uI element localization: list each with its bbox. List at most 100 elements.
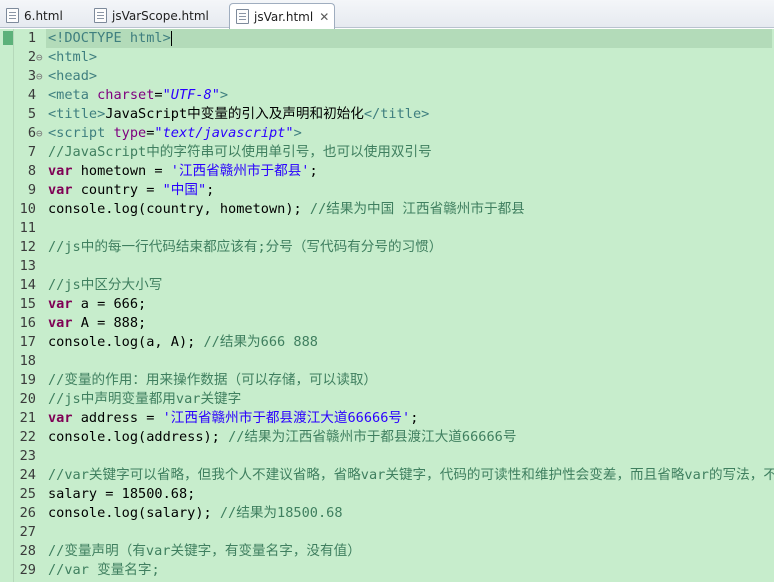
line-number: 28: [19, 543, 36, 559]
code-line[interactable]: //var 变量名字;: [48, 561, 160, 580]
code-token: var: [48, 296, 73, 312]
tab-6-html[interactable]: 6.html: [0, 3, 63, 28]
code-line[interactable]: var a = 666;: [48, 295, 146, 314]
code-token: //结果为江西省赣州市于都县渡江大道66666号: [228, 429, 517, 445]
code-token: var: [48, 163, 73, 179]
code-token: //var关键字可以省略，但我个人不建议省略，省略var关键字，代码的可读性和维…: [48, 467, 774, 483]
close-tab-icon[interactable]: ✕: [319, 11, 329, 23]
code-token: //js中声明变量都用var关键字: [48, 391, 242, 407]
line-number: 29: [19, 562, 36, 578]
code-token: type: [113, 125, 147, 141]
code-token: '江西省赣州市于都县': [170, 163, 310, 179]
code-line[interactable]: <!DOCTYPE html>: [46, 29, 772, 48]
code-token: var: [48, 182, 73, 198]
code-line[interactable]: //js中的每一行代码结束都应该有;分号（写代码有分号的习惯）: [48, 238, 442, 257]
code-token: //JavaScript中的字符串可以使用单引号，也可以使用双引号: [48, 144, 432, 160]
code-token: salary = 18500.68;: [48, 486, 196, 502]
line-number: 22: [19, 429, 36, 445]
code-token: //结果为中国 江西省赣州市于都县: [309, 201, 525, 217]
code-token: address =: [72, 410, 163, 426]
fold-toggle-icon[interactable]: ⊖: [36, 124, 46, 143]
code-line[interactable]: var hometown = '江西省赣州市于都县';: [48, 162, 318, 181]
code-token: </title>: [363, 106, 430, 122]
code-token: JavaScript中变量的引入及声明和初始化: [105, 106, 364, 122]
line-number: 25: [19, 486, 36, 502]
line-number: 13: [19, 258, 36, 274]
code-token: console.log(country, hometown);: [48, 201, 310, 217]
code-line[interactable]: var A = 888;: [48, 314, 146, 333]
html-file-icon: [94, 8, 107, 23]
code-token: var: [48, 315, 73, 331]
code-token: ;: [206, 182, 215, 198]
current-line-marker: [3, 31, 13, 45]
code-line[interactable]: console.log(a, A); //结果为666 888: [48, 333, 318, 352]
code-line[interactable]: //js中区分大小写: [48, 276, 162, 295]
code-line[interactable]: //var关键字可以省略，但我个人不建议省略，省略var关键字，代码的可读性和维…: [48, 466, 774, 485]
code-token: console.log(a, A);: [48, 334, 204, 350]
code-line[interactable]: //JavaScript中的字符串可以使用单引号，也可以使用双引号: [48, 143, 432, 162]
code-token: A = 888;: [72, 315, 147, 331]
code-line[interactable]: var country = "中国";: [48, 181, 214, 200]
line-number: 17: [19, 334, 36, 350]
code-token: "text/javascript": [154, 125, 294, 141]
line-number: 20: [19, 391, 36, 407]
code-token: //结果为18500.68: [219, 505, 343, 521]
code-token: <script: [48, 125, 114, 141]
code-editor[interactable]: 1 <!DOCTYPE html> 2 ⊖ <html> 3 ⊖ <head> 4 <meta c…: [0, 29, 774, 582]
code-token: hometown =: [72, 163, 171, 179]
line-number: 18: [19, 353, 36, 369]
overview-ruler: [0, 29, 14, 582]
line-number: 19: [19, 372, 36, 388]
code-token: //结果为666 888: [203, 334, 318, 350]
code-line[interactable]: //js中声明变量都用var关键字: [48, 390, 241, 409]
text-cursor: [170, 30, 172, 46]
code-line[interactable]: <title>JavaScript中变量的引入及声明和初始化</title>: [48, 105, 429, 124]
code-line[interactable]: <head>: [48, 67, 97, 86]
line-number: 24: [19, 467, 36, 483]
code-line[interactable]: <script type="text/javascript">: [48, 124, 302, 143]
code-token: ;: [309, 163, 318, 179]
code-line[interactable]: <meta charset="UTF-8">: [48, 86, 228, 105]
code-token: <head>: [48, 68, 98, 84]
code-line[interactable]: //变量的作用：用来操作数据（可以存储，可以读取）: [48, 371, 377, 390]
code-line[interactable]: var address = '江西省赣州市于都县渡江大道66666号';: [48, 409, 418, 428]
code-line[interactable]: //变量声明（有var关键字，有变量名字，没有值）: [48, 542, 361, 561]
editor-tab-bar: 6.html jsVarScope.html jsVar.html ✕: [0, 0, 774, 29]
line-number: 23: [19, 448, 36, 464]
line-number: 15: [19, 296, 36, 312]
line-number: 26: [19, 505, 36, 521]
code-line[interactable]: console.log(country, hometown); //结果为中国 …: [48, 200, 525, 219]
code-token: a = 666;: [72, 296, 147, 312]
line-number: 14: [19, 277, 36, 293]
code-token: console.log(salary);: [48, 505, 220, 521]
code-token: "UTF-8": [162, 87, 220, 103]
code-token: <html>: [48, 49, 98, 65]
code-token: //变量声明（有var关键字，有变量名字，没有值）: [48, 543, 361, 559]
code-token: charset: [97, 87, 155, 103]
code-token: ;: [410, 410, 419, 426]
fold-toggle-icon[interactable]: ⊖: [36, 67, 46, 86]
fold-toggle-icon[interactable]: ⊖: [36, 48, 46, 67]
code-token: >: [219, 87, 229, 103]
code-token: country =: [72, 182, 163, 198]
line-number: 4: [27, 87, 36, 103]
line-number: 9: [27, 182, 36, 198]
code-token: <title>: [48, 106, 106, 122]
line-number: 8: [27, 163, 36, 179]
line-number: 5: [27, 106, 36, 122]
code-line[interactable]: <html>: [48, 48, 97, 67]
html-file-icon: [6, 8, 19, 23]
tab-jsvar-html[interactable]: jsVar.html ✕: [229, 3, 335, 29]
tab-label: 6.html: [24, 8, 63, 23]
code-token: var: [48, 410, 73, 426]
code-line[interactable]: console.log(salary); //结果为18500.68: [48, 504, 343, 523]
code-token: <meta: [48, 87, 98, 103]
line-number: 27: [19, 524, 36, 540]
tab-label: jsVarScope.html: [112, 8, 209, 23]
code-line[interactable]: salary = 18500.68;: [48, 485, 195, 504]
code-line[interactable]: console.log(address); //结果为江西省赣州市于都县渡江大道…: [48, 428, 516, 447]
line-number: 7: [27, 144, 36, 160]
html-file-icon: [236, 9, 249, 24]
code-token: <!DOCTYPE html>: [48, 30, 171, 46]
tab-jsvarscope-html[interactable]: jsVarScope.html: [88, 3, 209, 28]
